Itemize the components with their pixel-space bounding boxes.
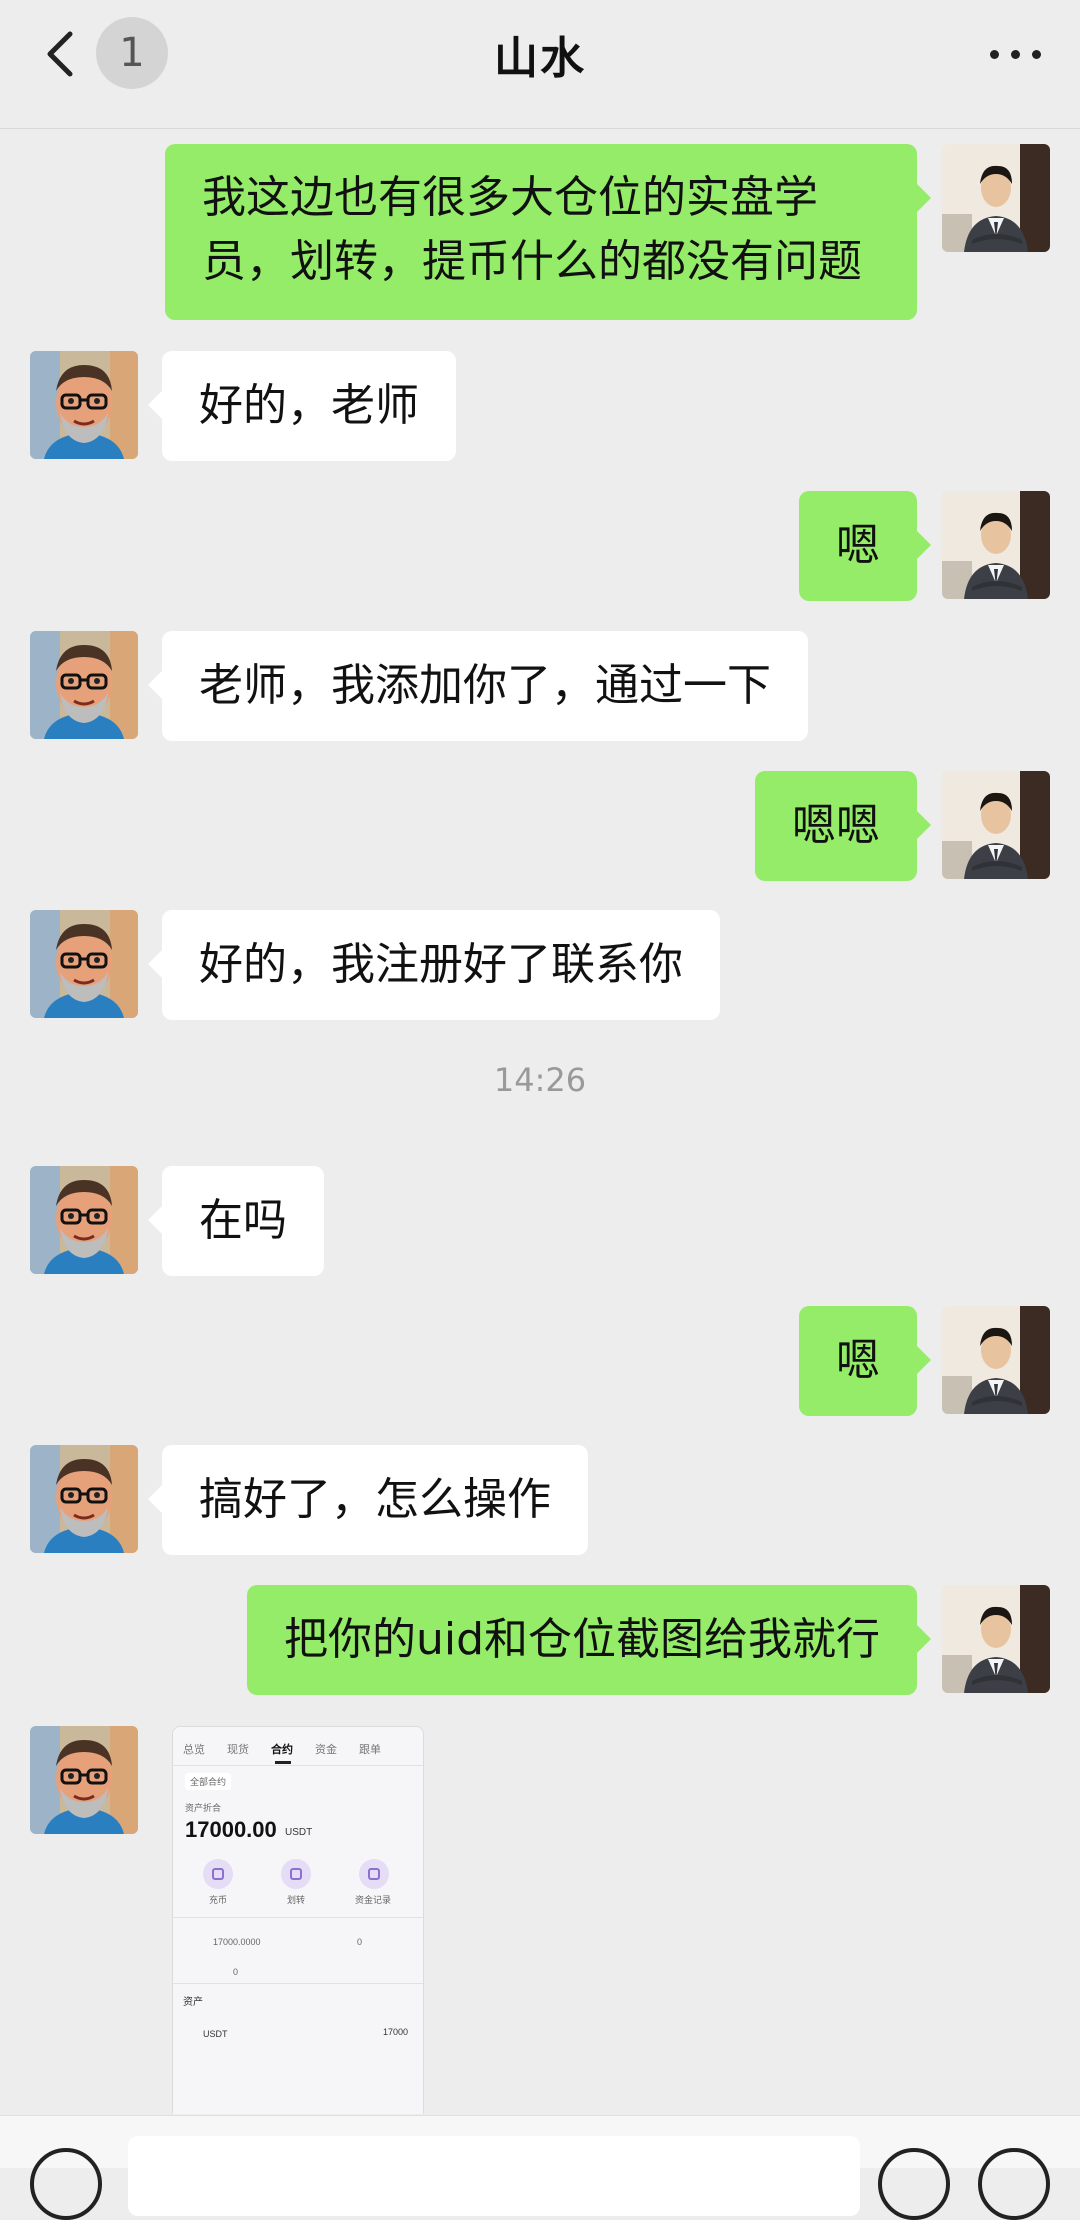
screenshot-stat-value: 0 xyxy=(357,1937,363,1947)
message-row: 总览 现货 合约 资金 跟单 全部合约 资产折合 17000.00 USDT 充… xyxy=(0,1726,1080,2114)
message-input[interactable] xyxy=(128,2136,860,2216)
screenshot-unit: USDT xyxy=(285,1827,313,1838)
more-options-icon[interactable] xyxy=(986,38,1046,68)
contact-avatar[interactable] xyxy=(30,1726,138,1834)
message-bubble-received[interactable]: 好的，老师 xyxy=(148,351,456,461)
my-avatar[interactable] xyxy=(942,491,1050,599)
contact-avatar[interactable] xyxy=(30,1445,138,1553)
screenshot-stat-value: 17000.0000 xyxy=(213,1937,261,1947)
divider xyxy=(173,1983,423,1984)
image-message-screenshot[interactable]: 总览 现货 合约 资金 跟单 全部合约 资产折合 17000.00 USDT 充… xyxy=(172,1726,424,2114)
contact-avatar[interactable] xyxy=(30,1166,138,1274)
screenshot-action-label: 资金记录 xyxy=(355,1895,392,1905)
message-row: 好的，我注册好了联系你 xyxy=(0,910,1080,1020)
emoji-icon[interactable] xyxy=(878,2148,950,2220)
chat-message-list[interactable]: 我这边也有很多大仓位的实盘学员，划转，提币什么的都没有问题 好的，老师 嗯 老师… xyxy=(0,129,1080,2114)
contact-avatar[interactable] xyxy=(30,910,138,1018)
chat-title: 山水 xyxy=(494,33,586,84)
message-bubble-received[interactable]: 老师，我添加你了，通过一下 xyxy=(148,631,808,741)
message-bubble-sent[interactable]: 我这边也有很多大仓位的实盘学员，划转，提币什么的都没有问题 xyxy=(165,144,931,320)
message-bubble-received[interactable]: 搞好了，怎么操作 xyxy=(148,1445,588,1555)
my-avatar[interactable] xyxy=(942,144,1050,252)
message-bubble-received[interactable]: 好的，我注册好了联系你 xyxy=(148,910,720,1020)
input-bar xyxy=(0,2115,1080,2220)
screenshot-tab: 总览 xyxy=(183,1744,205,1756)
screenshot-tab: 现货 xyxy=(227,1744,249,1756)
message-row: 好的，老师 xyxy=(0,351,1080,461)
message-bubble-sent[interactable]: 嗯 xyxy=(799,1306,931,1416)
contact-avatar[interactable] xyxy=(30,351,138,459)
message-row: 把你的uid和仓位截图给我就行 xyxy=(0,1585,1080,1695)
divider xyxy=(173,1765,423,1766)
screenshot-tab-underline xyxy=(275,1761,291,1764)
voice-input-icon[interactable] xyxy=(30,2148,102,2220)
message-row: 嗯 xyxy=(0,491,1080,601)
screenshot-coin-value: 17000 xyxy=(383,2027,409,2037)
my-avatar[interactable] xyxy=(942,1585,1050,1693)
screenshot-tab-bar: 总览 现货 合约 资金 跟单 xyxy=(183,1741,413,1764)
transfer-icon xyxy=(281,1859,311,1889)
chat-header: 1 山水 xyxy=(0,0,1080,129)
message-row: 我这边也有很多大仓位的实盘学员，划转，提币什么的都没有问题 xyxy=(0,144,1080,320)
message-bubble-sent[interactable]: 嗯 xyxy=(799,491,931,601)
screenshot-action-label: 划转 xyxy=(287,1895,306,1905)
message-row: 搞好了，怎么操作 xyxy=(0,1445,1080,1555)
message-bubble-sent[interactable]: 把你的uid和仓位截图给我就行 xyxy=(246,1585,932,1695)
screenshot-stat-value: 0 xyxy=(233,1967,239,1977)
screenshot-coin: USDT xyxy=(203,2029,228,2039)
message-bubble-sent[interactable]: 嗯嗯 xyxy=(755,771,931,881)
message-row: 老师，我添加你了，通过一下 xyxy=(0,631,1080,741)
screenshot-account-label: 全部合约 xyxy=(185,1773,232,1790)
records-icon xyxy=(359,1859,389,1889)
screenshot-asset-label: 资产折合 xyxy=(185,1803,222,1813)
my-avatar[interactable] xyxy=(942,1306,1050,1414)
message-row: 嗯 xyxy=(0,1306,1080,1416)
screenshot-tab: 跟单 xyxy=(359,1744,381,1756)
screenshot-section-label: 资产 xyxy=(183,1997,203,2008)
message-row: 嗯嗯 xyxy=(0,771,1080,881)
divider xyxy=(173,1917,423,1918)
screenshot-tab-active: 合约 xyxy=(271,1744,293,1756)
screenshot-action-label: 充币 xyxy=(209,1895,228,1905)
message-bubble-received[interactable]: 在吗 xyxy=(148,1166,324,1276)
plus-icon[interactable] xyxy=(978,2148,1050,2220)
deposit-icon xyxy=(203,1859,233,1889)
message-row: 在吗 xyxy=(0,1166,1080,1276)
screenshot-tab: 资金 xyxy=(315,1744,337,1756)
my-avatar[interactable] xyxy=(942,771,1050,879)
message-timestamp: 14:26 xyxy=(493,1061,587,1099)
screenshot-balance: 17000.00 xyxy=(185,1817,277,1842)
contact-avatar[interactable] xyxy=(30,631,138,739)
